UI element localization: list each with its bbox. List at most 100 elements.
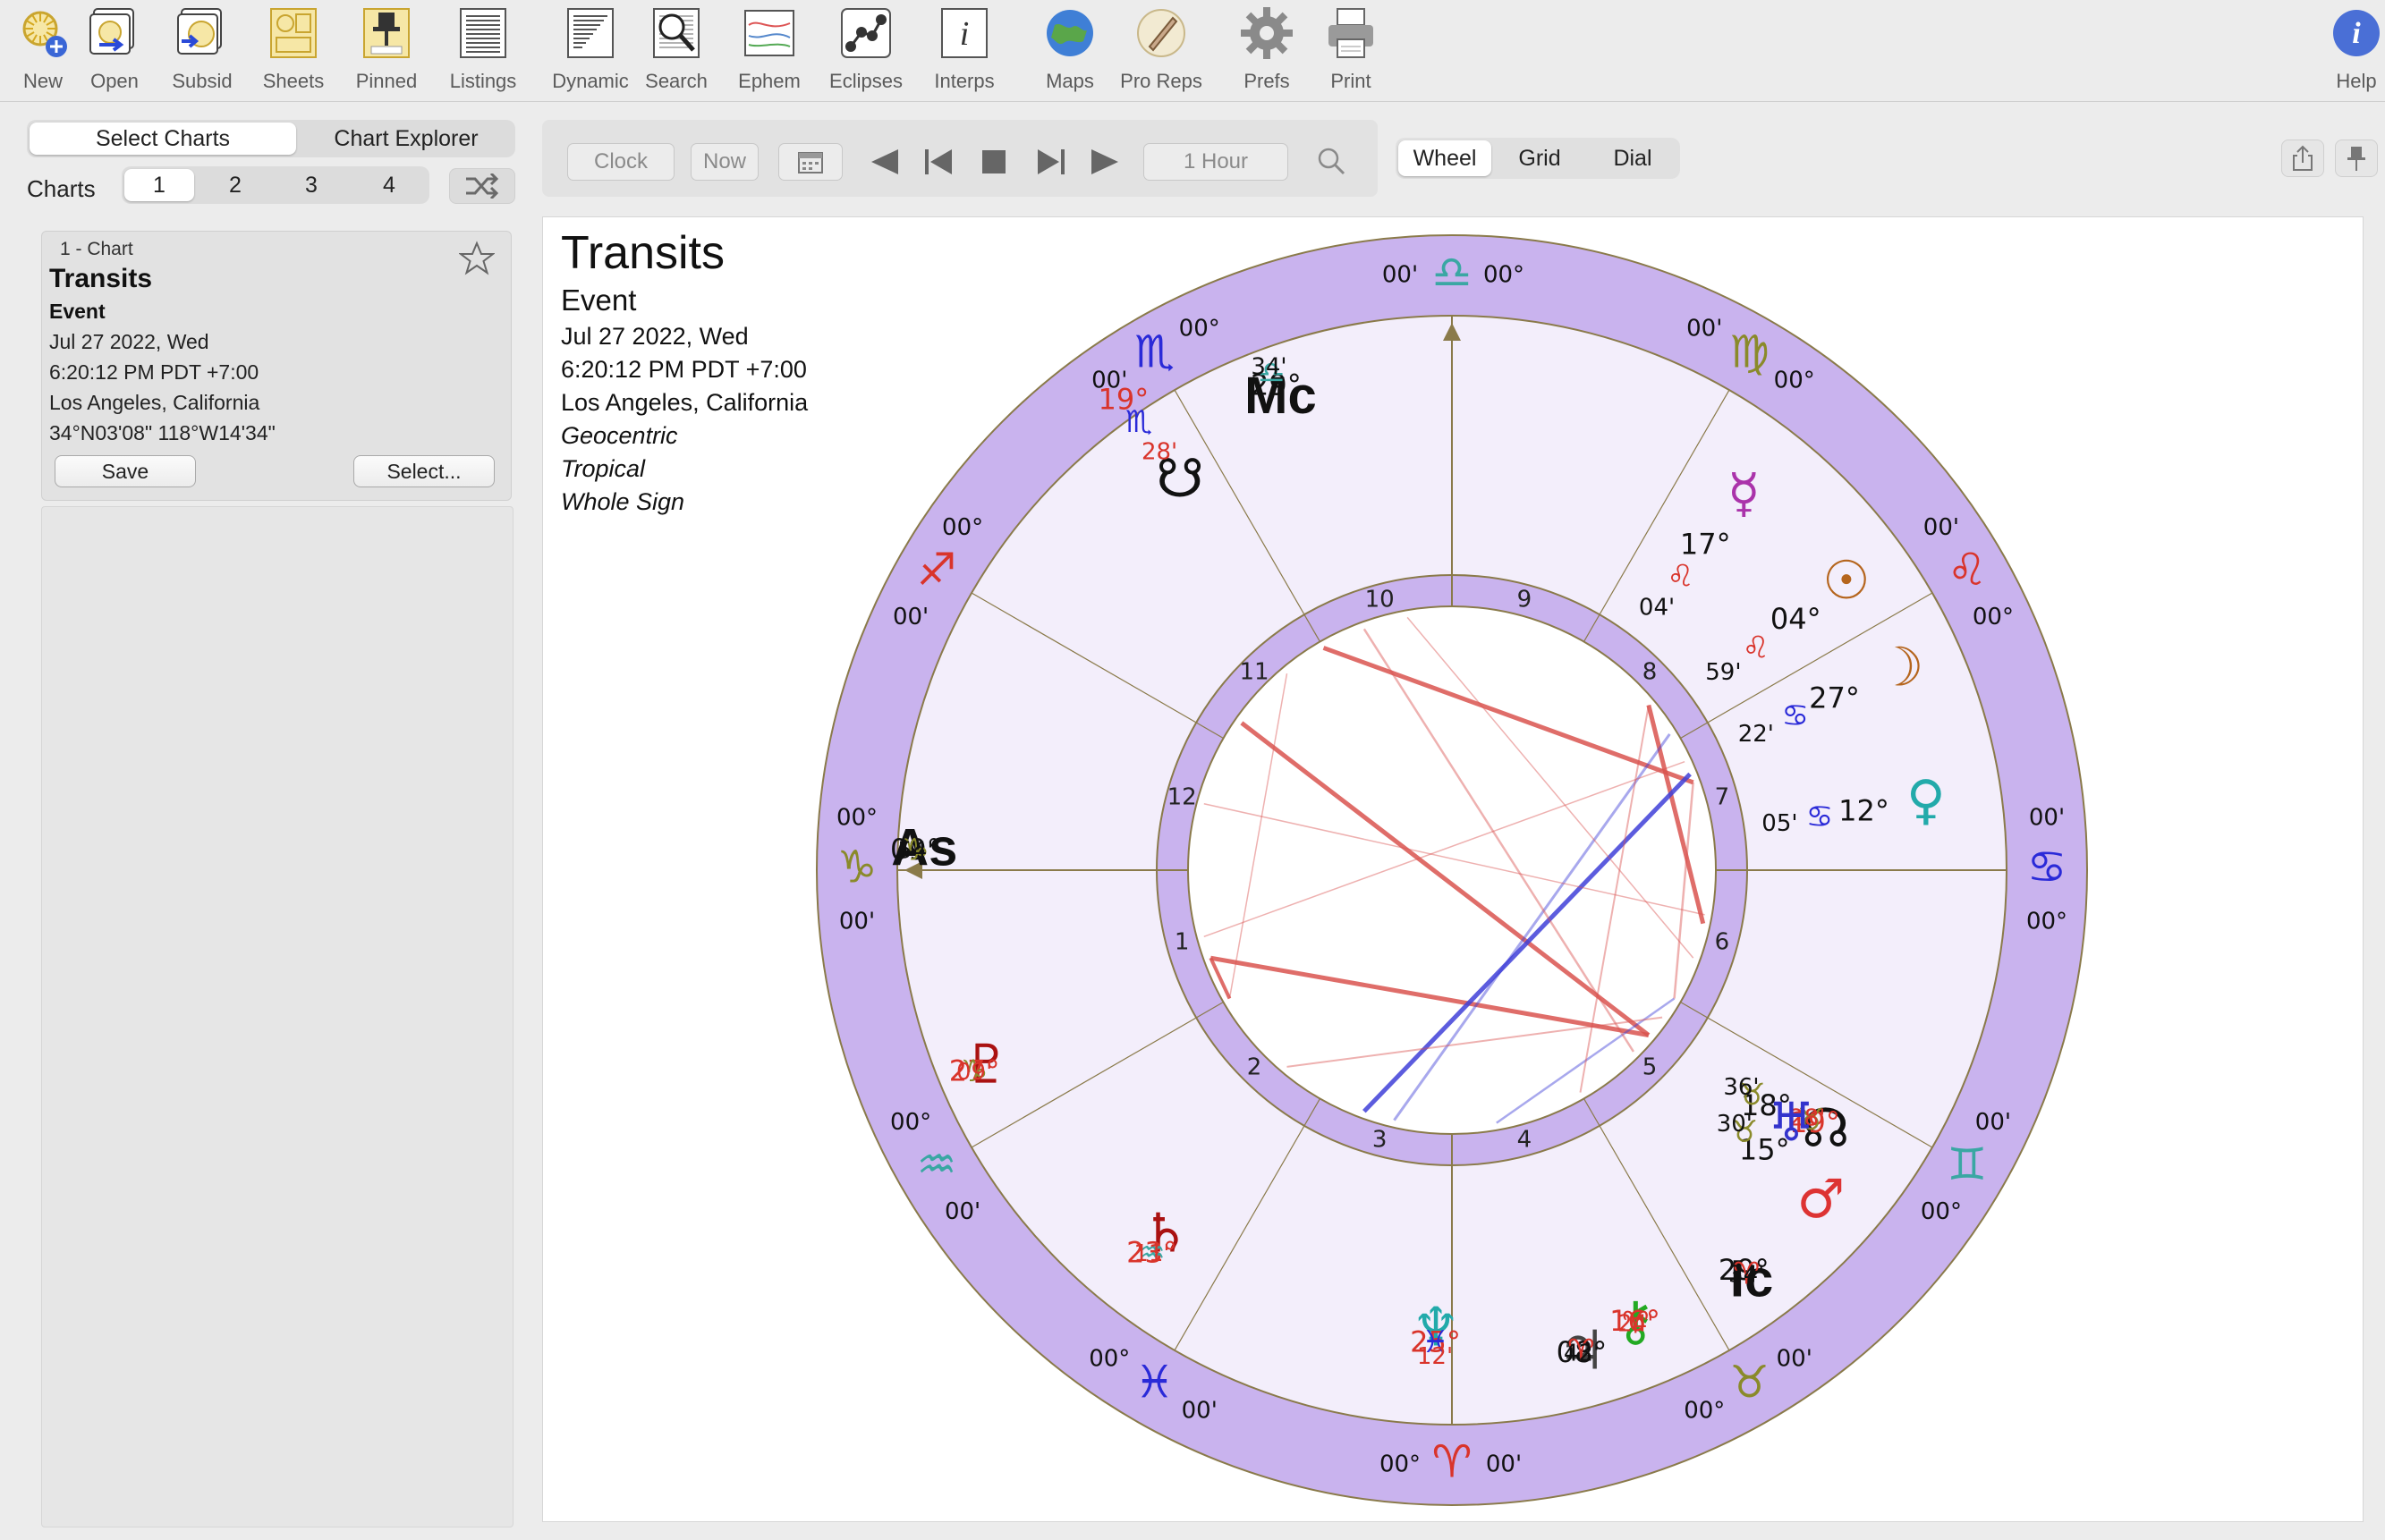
toolbar-label: Maps bbox=[1046, 70, 1094, 92]
mercury-sign-icon: ♌ bbox=[1667, 558, 1693, 594]
toolbar-listings-button[interactable]: Listings bbox=[440, 5, 526, 98]
ic-minute: 34' bbox=[1728, 1262, 1764, 1289]
toolbar-interps-button[interactable]: i Interps bbox=[921, 5, 1007, 98]
toolbar-label: Pro Reps bbox=[1120, 70, 1202, 92]
first-icon[interactable] bbox=[920, 147, 959, 177]
toolbar-dynamic-button[interactable]: Dynamic bbox=[547, 5, 633, 98]
ascendant-minute: 54' bbox=[897, 838, 933, 865]
chart-number-3[interactable]: 3 bbox=[276, 169, 346, 201]
sun-sign-icon: ♌ bbox=[1743, 630, 1770, 666]
sign-cusp-degree: 00° bbox=[942, 514, 983, 541]
toolbar-label: Prefs bbox=[1243, 70, 1290, 92]
house-number-12: 12 bbox=[1167, 784, 1197, 811]
sign-cusp-minute: 00' bbox=[1382, 262, 1418, 289]
calendar-icon bbox=[798, 152, 823, 173]
maps-icon bbox=[1047, 10, 1093, 56]
sign-glyph-icon: ♍ bbox=[1729, 326, 1770, 378]
sign-cusp-degree: 00° bbox=[836, 805, 878, 832]
pinned-icon bbox=[363, 8, 410, 58]
house-number-5: 5 bbox=[1642, 1053, 1658, 1080]
share-button[interactable] bbox=[2281, 140, 2324, 177]
card-subtitle: 1 - Chart bbox=[60, 239, 133, 259]
share-icon bbox=[2293, 145, 2313, 171]
chart-number-selector: 1 2 3 4 bbox=[122, 166, 429, 204]
save-button[interactable]: Save bbox=[55, 455, 196, 487]
sign-glyph-icon: ♋ bbox=[2027, 842, 2067, 893]
sign-glyph-icon: ♌ bbox=[1947, 544, 1987, 596]
dynamic-icon bbox=[567, 8, 614, 58]
step-interval-field[interactable]: 1 Hour bbox=[1143, 143, 1288, 181]
pro-reps-icon bbox=[1137, 9, 1185, 57]
house-number-7: 7 bbox=[1715, 784, 1730, 811]
toolbar-open-button[interactable]: Open bbox=[72, 5, 157, 98]
sign-cusp-minute: 00' bbox=[839, 909, 875, 935]
toolbar-prefs-button[interactable]: Prefs bbox=[1224, 5, 1310, 98]
last-icon[interactable] bbox=[1031, 147, 1070, 177]
tab-chart-explorer[interactable]: Chart Explorer bbox=[300, 123, 513, 155]
select-button[interactable]: Select... bbox=[353, 455, 495, 487]
chart-number-2[interactable]: 2 bbox=[200, 169, 270, 201]
favorite-star-icon[interactable] bbox=[459, 241, 495, 276]
south-node-minute: 28' bbox=[1142, 439, 1177, 466]
toolbar-label: Listings bbox=[449, 70, 517, 92]
interps-icon: i bbox=[941, 8, 988, 58]
calendar-button[interactable] bbox=[778, 143, 843, 181]
sheets-icon bbox=[270, 8, 317, 58]
svg-text:i: i bbox=[960, 15, 970, 53]
toolbar-ephem-button[interactable]: Ephem bbox=[726, 5, 812, 98]
sign-cusp-degree: 00° bbox=[1379, 1451, 1421, 1478]
tab-wheel[interactable]: Wheel bbox=[1398, 140, 1491, 176]
chart-card[interactable]: 1 - Chart Transits Event Jul 27 2022, We… bbox=[41, 231, 512, 501]
house-number-9: 9 bbox=[1517, 587, 1532, 613]
toolbar-sheets-button[interactable]: Sheets bbox=[250, 5, 336, 98]
mercury-icon: ☿ bbox=[1727, 462, 1761, 525]
toolbar-print-button[interactable]: Print bbox=[1308, 5, 1394, 98]
chart-number-1[interactable]: 1 bbox=[124, 169, 194, 201]
sign-glyph-icon: ♏ bbox=[1134, 326, 1175, 378]
mars-minute: 30' bbox=[1717, 1111, 1753, 1138]
card-time: 6:20:12 PM PDT +7:00 bbox=[49, 360, 259, 384]
toolbar-pro-reps-button[interactable]: Pro Reps bbox=[1118, 5, 1204, 98]
search-icon bbox=[653, 8, 700, 58]
sidebar-tabs: Select Charts Chart Explorer bbox=[27, 120, 515, 157]
pin-button[interactable] bbox=[2335, 140, 2378, 177]
pin-icon bbox=[2347, 147, 2365, 171]
sign-cusp-degree: 00° bbox=[1921, 1198, 1962, 1225]
sign-cusp-degree: 00° bbox=[1483, 262, 1524, 289]
stop-icon[interactable] bbox=[975, 147, 1014, 177]
chart-number-4[interactable]: 4 bbox=[352, 169, 426, 201]
step-forward-icon[interactable] bbox=[1086, 147, 1125, 177]
toolbar-search-button[interactable]: Search bbox=[633, 5, 719, 98]
time-controls: Clock Now 1 Hour bbox=[542, 120, 1378, 197]
chart-wheel[interactable]: 123 456789101112♎ 00°00'♍00°00'♌00°00'♋00°… bbox=[543, 217, 2363, 1521]
tab-grid[interactable]: Grid bbox=[1495, 140, 1584, 176]
toolbar-label: Interps bbox=[934, 70, 995, 92]
tab-dial[interactable]: Dial bbox=[1588, 140, 1677, 176]
venus-minute: 05' bbox=[1761, 810, 1797, 837]
sign-cusp-minute: 00' bbox=[1975, 1109, 2011, 1136]
shuffle-button[interactable] bbox=[449, 168, 515, 204]
search-time-button[interactable] bbox=[1304, 143, 1358, 179]
mc-minute: 34' bbox=[1251, 354, 1286, 381]
sign-cusp-minute: 00' bbox=[1486, 1451, 1522, 1478]
venus-degree: 12° bbox=[1838, 793, 1889, 827]
chart-panel: Transits Event Jul 27 2022, Wed 6:20:12 … bbox=[542, 216, 2364, 1522]
eclipses-icon bbox=[841, 8, 891, 58]
step-back-icon[interactable] bbox=[864, 147, 904, 177]
moon-minute: 22' bbox=[1738, 721, 1774, 748]
sign-cusp-degree: 00° bbox=[1684, 1397, 1725, 1424]
new-chart-icon bbox=[22, 11, 67, 57]
help-button[interactable]: i Help bbox=[2313, 5, 2385, 98]
toolbar: New Open Subsid Sheets Pinned Listings Dynamic… bbox=[0, 0, 2385, 102]
now-button[interactable]: Now bbox=[691, 143, 759, 181]
clock-button[interactable]: Clock bbox=[567, 143, 675, 181]
toolbar-pinned-button[interactable]: Pinned bbox=[344, 5, 429, 98]
tab-select-charts[interactable]: Select Charts bbox=[30, 123, 296, 155]
toolbar-label: Eclipses bbox=[829, 70, 903, 92]
sidebar: Select Charts Chart Explorer Charts 1 2 … bbox=[0, 102, 531, 1540]
toolbar-eclipses-button[interactable]: Eclipses bbox=[823, 5, 909, 98]
toolbar-maps-button[interactable]: Maps bbox=[1027, 5, 1113, 98]
card-coords: 34°N03'08" 118°W14'34" bbox=[49, 421, 276, 444]
sign-glyph-icon: ♉ bbox=[1729, 1356, 1770, 1408]
toolbar-subsid-button[interactable]: Subsid bbox=[159, 5, 245, 98]
